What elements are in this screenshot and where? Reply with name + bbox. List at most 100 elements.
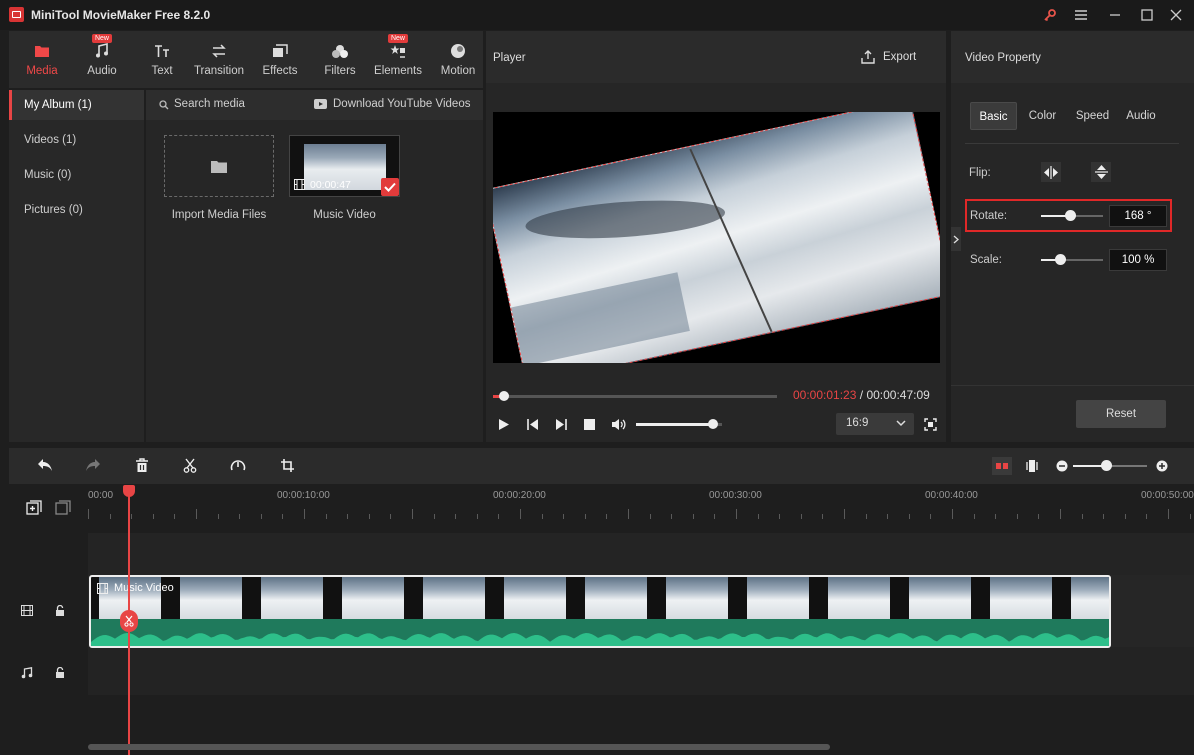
scale-slider-handle[interactable] xyxy=(1055,254,1066,265)
timeline-ruler[interactable]: 00:00 00:00:10:00 00:00:20:00 00:00:30:0… xyxy=(88,485,1194,519)
flip-horizontal-icon xyxy=(1043,165,1059,179)
play-button[interactable] xyxy=(497,418,510,431)
stop-button[interactable] xyxy=(584,419,595,430)
export-button[interactable]: Export xyxy=(861,50,916,64)
tab-motion[interactable]: Motion xyxy=(433,31,483,88)
key-icon[interactable] xyxy=(1040,6,1060,24)
rotate-slider-handle[interactable] xyxy=(1065,210,1076,221)
tab-effects[interactable]: Effects xyxy=(255,31,305,88)
previous-frame-button[interactable] xyxy=(526,418,539,431)
sidebar-item-videos[interactable]: Videos (1) xyxy=(9,125,144,155)
tab-basic[interactable]: Basic xyxy=(970,102,1017,130)
tab-audio[interactable]: New Audio xyxy=(77,31,127,88)
ruler-tick xyxy=(260,514,262,519)
copy-track-icon[interactable] xyxy=(55,500,71,515)
fullscreen-icon[interactable] xyxy=(924,418,937,431)
ski-lift-cable xyxy=(689,148,773,333)
menu-icon[interactable] xyxy=(1071,6,1091,24)
fit-timeline-icon[interactable] xyxy=(1026,459,1038,473)
crop-icon[interactable] xyxy=(280,458,295,473)
minimize-button[interactable] xyxy=(1105,6,1125,24)
tab-text[interactable]: Text xyxy=(137,31,187,88)
collapse-panel-button[interactable] xyxy=(951,227,961,251)
property-title: Video Property xyxy=(965,52,1041,64)
chevron-right-icon xyxy=(953,235,959,244)
volume-slider[interactable] xyxy=(636,419,722,429)
sidebar-item-pictures[interactable]: Pictures (0) xyxy=(9,195,144,225)
sidebar-item-my-album[interactable]: My Album (1) xyxy=(9,90,144,120)
ruler-label: 00:00:50:00 xyxy=(1141,490,1194,501)
search-input[interactable]: Search media xyxy=(174,98,245,110)
lock-icon[interactable] xyxy=(55,605,65,617)
reset-button[interactable]: Reset xyxy=(1076,400,1166,428)
ruler-tick xyxy=(1124,514,1126,519)
video-clip[interactable]: Music Video xyxy=(89,575,1111,648)
ruler-tick xyxy=(649,514,651,519)
undo-icon[interactable] xyxy=(37,458,53,472)
ruler-label: 00:00:40:00 xyxy=(925,490,978,501)
flip-vertical-button[interactable] xyxy=(1091,162,1111,182)
clip-thumbnail-frame xyxy=(828,577,890,619)
media-clip-thumbnail[interactable]: 00:00:47 xyxy=(289,135,400,197)
import-media-button[interactable] xyxy=(164,135,274,197)
ruler-tick xyxy=(196,509,197,519)
ruler-tick xyxy=(239,514,241,519)
volume-icon[interactable] xyxy=(611,418,627,431)
split-scissors-icon[interactable] xyxy=(120,610,138,632)
timeline-zoom-handle[interactable] xyxy=(1101,460,1112,471)
ruler-tick xyxy=(217,514,219,519)
media-sidebar: My Album (1) Videos (1) Music (0) Pictur… xyxy=(9,90,144,442)
video-preview xyxy=(493,112,940,363)
ruler-tick xyxy=(498,514,500,519)
scale-value-input[interactable]: 100 % xyxy=(1109,249,1167,271)
tab-color[interactable]: Color xyxy=(1019,102,1066,130)
search-icon xyxy=(159,100,169,110)
download-youtube-button[interactable]: Download YouTube Videos xyxy=(333,98,470,110)
timeline-zoom-slider[interactable] xyxy=(1073,460,1147,471)
tab-speed[interactable]: Speed xyxy=(1068,102,1117,130)
flip-horizontal-button[interactable] xyxy=(1041,162,1061,182)
ruler-tick xyxy=(282,514,284,519)
tab-media[interactable]: Media xyxy=(17,31,67,88)
redo-icon[interactable] xyxy=(85,458,101,472)
tab-transition[interactable]: Transition xyxy=(191,31,247,88)
scale-slider[interactable] xyxy=(1041,254,1103,265)
sidebar-item-music[interactable]: Music (0) xyxy=(9,160,144,190)
tab-elements[interactable]: New Elements xyxy=(373,31,423,88)
aspect-ratio-select[interactable]: 16:9 xyxy=(836,413,914,435)
ruler-tick xyxy=(692,514,694,519)
split-scissors-icon[interactable] xyxy=(183,458,197,473)
clip-thumbnail-frame xyxy=(666,577,728,619)
rotate-value-input[interactable]: 168 ° xyxy=(1109,205,1167,227)
ruler-tick xyxy=(563,514,565,519)
add-track-icon[interactable] xyxy=(26,500,42,515)
rotate-label: Rotate: xyxy=(970,210,1008,222)
flip-vertical-icon xyxy=(1094,164,1108,180)
speed-icon[interactable] xyxy=(230,458,246,473)
motion-icon xyxy=(450,42,466,60)
volume-slider-handle[interactable] xyxy=(708,419,718,429)
ruler-tick xyxy=(174,514,176,519)
divider xyxy=(965,143,1179,144)
maximize-button[interactable] xyxy=(1137,6,1157,24)
text-icon xyxy=(154,42,170,60)
next-frame-button[interactable] xyxy=(555,418,568,431)
ruler-label: 00:00:20:00 xyxy=(493,490,546,501)
rotate-slider[interactable] xyxy=(1041,210,1103,221)
zoom-out-icon[interactable] xyxy=(1056,460,1068,472)
playback-progress-handle[interactable] xyxy=(499,391,509,401)
close-button[interactable] xyxy=(1166,6,1186,24)
tab-filters[interactable]: Filters xyxy=(315,31,365,88)
tab-audio[interactable]: Audio xyxy=(1117,102,1165,130)
elements-icon xyxy=(390,42,406,60)
timeline-scrollbar[interactable] xyxy=(88,744,830,750)
ruler-tick xyxy=(1146,514,1148,519)
delete-icon[interactable] xyxy=(135,458,149,473)
clip-thumbnail-frame xyxy=(909,577,971,619)
snap-magnet-button[interactable] xyxy=(992,457,1012,475)
playhead-handle[interactable] xyxy=(123,485,135,497)
ruler-tick xyxy=(671,514,673,519)
lock-icon[interactable] xyxy=(55,667,65,679)
playback-progress-track[interactable] xyxy=(493,391,777,401)
zoom-in-icon[interactable] xyxy=(1156,460,1168,472)
